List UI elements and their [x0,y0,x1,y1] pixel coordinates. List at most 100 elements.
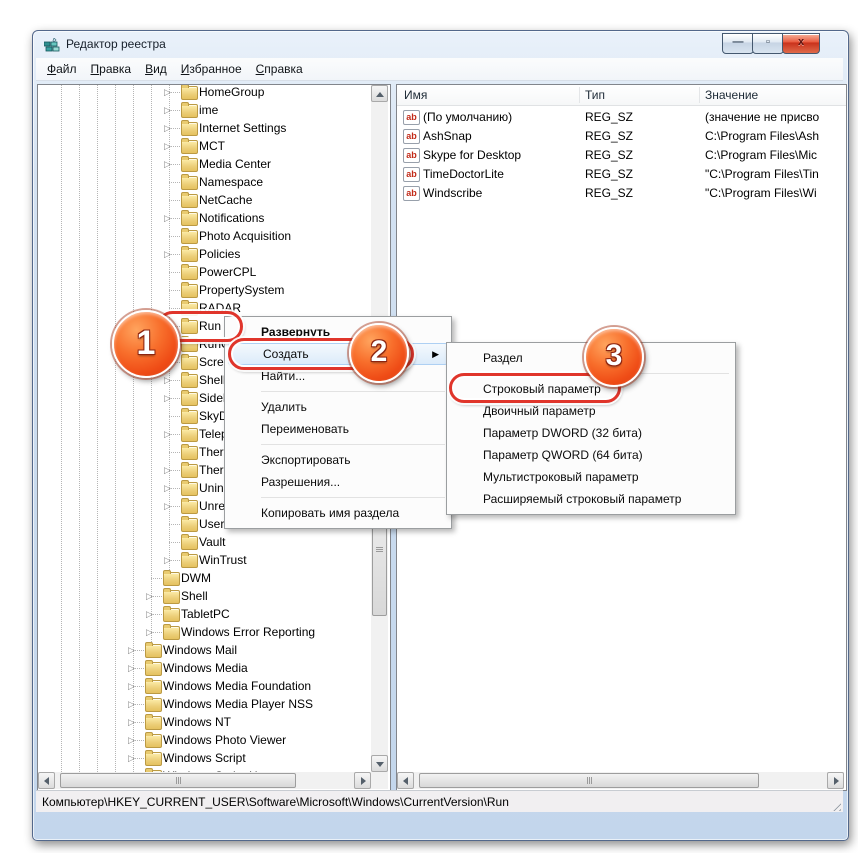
context-menu-item-9[interactable]: Разрешения... [227,471,449,493]
tree-item-namespace[interactable]: Namespace [38,173,371,191]
close-button[interactable]: x [782,33,820,54]
expand-arrow-icon[interactable]: ▷ [164,464,176,476]
expand-arrow-icon[interactable]: ▷ [128,734,140,746]
tree-scroll-up-button[interactable] [371,85,388,102]
context-menu-item-6[interactable]: Переименовать [227,418,449,440]
menu-bar: ФайлПравкаВидИзбранноеСправка [36,58,843,81]
value-row-4[interactable]: abTimeDoctorLiteREG_SZ"C:\Program Files\… [397,164,846,183]
tree-item-netcache[interactable]: NetCache [38,191,371,209]
column-header-type[interactable]: Тип [585,88,605,102]
tree-item-windows-error-reporting[interactable]: ▷Windows Error Reporting [38,623,371,641]
expand-arrow-icon[interactable]: ▷ [128,680,140,692]
tree-item-windows-mail[interactable]: ▷ Windows Mail [38,641,371,659]
menubar-item-2[interactable]: Правка [84,60,139,78]
tree-item-label: PropertySystem [199,283,284,297]
folder-icon [163,608,180,622]
list-scroll-right-button[interactable] [827,772,844,789]
expand-arrow-icon[interactable]: ▷ [164,392,176,404]
tree-item-photo-acquisition[interactable]: Photo Acquisition [38,227,371,245]
tree-item-windows-photo-viewer[interactable]: ▷Windows Photo Viewer [38,731,371,749]
list-scroll-left-button[interactable] [397,772,414,789]
submenu-item-4[interactable]: Двоичный параметр [449,400,733,422]
tree-item-windows-media-player-nss[interactable]: ▷Windows Media Player NSS [38,695,371,713]
tree-item-internet-settings[interactable]: ▷Internet Settings [38,119,371,137]
expand-arrow-icon[interactable]: ▷ [164,140,176,152]
expand-arrow-icon[interactable]: ▷ [146,608,158,620]
expand-arrow-icon[interactable]: ▷ [146,626,158,638]
expand-arrow-icon[interactable]: ▷ [164,122,176,134]
status-path: Компьютер\HKEY_CURRENT_USER\Software\Mic… [42,795,509,809]
expand-arrow-icon[interactable]: ▷ [164,554,176,566]
value-row-2[interactable]: abAshSnapREG_SZC:\Program Files\Ash [397,126,846,145]
column-header-value[interactable]: Значение [705,88,758,102]
submenu-item-6[interactable]: Параметр QWORD (64 бита) [449,444,733,466]
expand-arrow-icon[interactable]: ▷ [164,212,176,224]
tree-scroll-down-button[interactable] [371,755,388,772]
menubar-item-5[interactable]: Справка [249,60,310,78]
value-name: Skype for Desktop [423,148,521,162]
expand-arrow-icon[interactable]: ▷ [146,590,158,602]
tree-item-dwm[interactable]: DWM [38,569,371,587]
submenu-item-7[interactable]: Мультистроковый параметр [449,466,733,488]
expand-arrow-icon[interactable]: ▷ [128,698,140,710]
tree-item-windows-script[interactable]: ▷Windows Script [38,749,371,767]
expand-arrow-icon[interactable]: ▷ [164,500,176,512]
column-header-name[interactable]: Имя [404,88,427,102]
expand-arrow-icon[interactable]: ▷ [164,428,176,440]
submenu-item-5[interactable]: Параметр DWORD (32 бита) [449,422,733,444]
expand-arrow-icon[interactable]: ▷ [128,716,140,728]
tree-item-label: Media Center [199,157,271,171]
tree-item-ime[interactable]: ▷ime [38,101,371,119]
minimize-button[interactable]: — [722,33,754,54]
tree-scroll-right-button[interactable] [354,772,371,789]
menu-separator [261,497,445,498]
tree-item-windows-nt[interactable]: ▷Windows NT [38,713,371,731]
tree-item-homegroup[interactable]: ▷HomeGroup [38,85,371,101]
maximize-button[interactable]: ▫ [752,33,784,54]
tree-item-tabletpc[interactable]: ▷TabletPC [38,605,371,623]
tree-item-vault[interactable]: Vault [38,533,371,551]
tree-item-label: Policies [199,247,240,261]
tree-item-media-center[interactable]: ▷ Media Center [38,155,371,173]
expand-arrow-icon[interactable]: ▷ [128,752,140,764]
menubar-item-3[interactable]: Вид [138,60,174,78]
list-hscroll-thumb[interactable] [419,773,759,788]
value-row-1[interactable]: ab(По умолчанию)REG_SZ(значение не присв… [397,107,846,126]
tree-hscroll-thumb[interactable] [60,773,296,788]
folder-icon [181,284,198,298]
expand-arrow-icon[interactable]: ▷ [164,248,176,260]
value-row-3[interactable]: abSkype for DesktopREG_SZC:\Program File… [397,145,846,164]
tree-item-powercpl[interactable]: PowerCPL [38,263,371,281]
menubar-item-4[interactable]: Избранное [174,60,249,78]
submenu-item-8[interactable]: Расширяемый строковый параметр [449,488,733,510]
value-row-5[interactable]: abWindscribeREG_SZ"C:\Program Files\Wi [397,183,846,202]
tree-item-label: Photo Acquisition [199,229,291,243]
folder-icon [181,464,198,478]
tree-item-windows-media[interactable]: ▷ Windows Media [38,659,371,677]
expand-arrow-icon[interactable]: ▷ [164,104,176,116]
expand-arrow-icon[interactable]: ▷ [164,86,176,98]
expand-arrow-icon[interactable]: ▷ [128,662,140,674]
tree-item-label: MCT [199,139,225,153]
tree-item-wintrust[interactable]: ▷WinTrust [38,551,371,569]
tree-item-label: Windows Media [163,661,248,675]
tree-item-label: Windows Mail [163,643,237,657]
tree-item-shell[interactable]: ▷Shell [38,587,371,605]
value-name: (По умолчанию) [423,110,512,124]
context-menu-item-8[interactable]: Экспортировать [227,449,449,471]
menubar-item-1[interactable]: Файл [40,60,84,78]
tree-scroll-left-button[interactable] [38,772,55,789]
expand-arrow-icon[interactable]: ▷ [128,644,140,656]
tree-item-policies[interactable]: ▷ Policies [38,245,371,263]
expand-arrow-icon[interactable]: ▷ [164,158,176,170]
tree-item-windows-media-foundation[interactable]: ▷Windows Media Foundation [38,677,371,695]
expand-arrow-icon[interactable]: ▷ [164,374,176,386]
tree-item-mct[interactable]: ▷ MCT [38,137,371,155]
context-menu-item-11[interactable]: Копировать имя раздела [227,502,449,524]
tree-item-notifications[interactable]: ▷Notifications [38,209,371,227]
tree-item-propertysystem[interactable]: PropertySystem [38,281,371,299]
context-menu-item-5[interactable]: Удалить [227,396,449,418]
value-data: "C:\Program Files\Tin [705,167,819,181]
expand-arrow-icon[interactable]: ▷ [164,482,176,494]
folder-icon [181,356,198,370]
